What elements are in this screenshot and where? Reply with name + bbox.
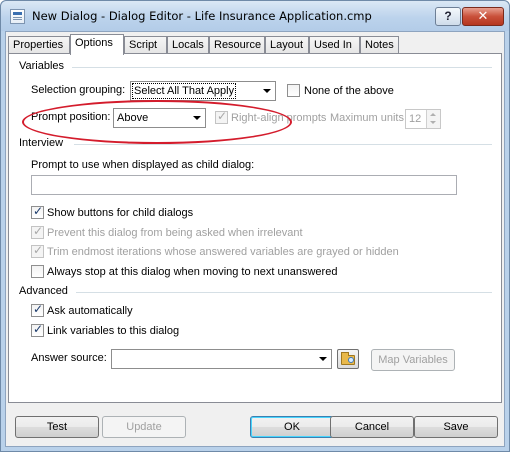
- maximum-units-label: Maximum units:: [330, 112, 408, 124]
- tab-used-in[interactable]: Used In: [309, 36, 360, 54]
- ok-button[interactable]: OK: [250, 416, 334, 438]
- cancel-button[interactable]: Cancel: [330, 416, 414, 438]
- none-of-above-label: None of the above: [304, 85, 394, 97]
- prevent-asked-checkbox[interactable]: [31, 224, 44, 239]
- prompt-position-select[interactable]: Above: [113, 108, 206, 128]
- show-buttons-checkbox[interactable]: [31, 204, 44, 219]
- always-stop-label: Always stop at this dialog when moving t…: [47, 266, 338, 278]
- help-button[interactable]: ?: [435, 7, 461, 26]
- advanced-section-label: Advanced: [19, 285, 68, 297]
- tab-script[interactable]: Script: [124, 36, 167, 54]
- selection-grouping-value: Select All That Apply: [131, 83, 237, 99]
- close-button[interactable]: ✕: [462, 7, 504, 26]
- trim-iterations-label: Trim endmost iterations whose answered v…: [47, 246, 399, 258]
- chevron-down-icon: [319, 357, 327, 361]
- dialog-window: New Dialog - Dialog Editor - Life Insura…: [0, 0, 510, 452]
- prevent-asked-label: Prevent this dialog from being asked whe…: [47, 227, 303, 239]
- options-panel: Variables Selection grouping: Select All…: [8, 53, 502, 403]
- advanced-divider: [76, 292, 492, 293]
- save-button[interactable]: Save: [414, 416, 498, 438]
- link-variables-checkbox[interactable]: [31, 322, 44, 337]
- tab-notes[interactable]: Notes: [360, 36, 399, 54]
- map-variables-button[interactable]: Map Variables: [371, 349, 455, 371]
- none-of-above-checkbox[interactable]: [287, 84, 300, 97]
- dialog-client-area: Properties Options Script Locals Resourc…: [5, 31, 505, 447]
- dialog-editor-icon: [10, 9, 25, 24]
- folder-open-icon: [341, 352, 355, 365]
- link-variables-label: Link variables to this dialog: [47, 325, 180, 337]
- title-bar[interactable]: New Dialog - Dialog Editor - Life Insura…: [1, 1, 509, 31]
- spinner-buttons[interactable]: [426, 110, 440, 128]
- spin-up-icon[interactable]: [430, 113, 436, 116]
- tab-properties[interactable]: Properties: [8, 36, 70, 54]
- maximum-units-spinner[interactable]: 12: [405, 109, 441, 129]
- selection-grouping-select[interactable]: Select All That Apply: [130, 81, 276, 101]
- browse-folder-button[interactable]: [337, 349, 359, 369]
- window-title: New Dialog - Dialog Editor - Life Insura…: [32, 9, 372, 23]
- tab-resource[interactable]: Resource: [209, 36, 265, 54]
- selection-grouping-label: Selection grouping:: [31, 84, 126, 96]
- always-stop-checkbox[interactable]: [31, 265, 44, 278]
- ask-automatically-label: Ask automatically: [47, 305, 133, 317]
- answer-source-label: Answer source:: [31, 352, 107, 364]
- tab-layout[interactable]: Layout: [265, 36, 309, 54]
- tab-options[interactable]: Options: [70, 34, 124, 55]
- maximum-units-value: 12: [409, 113, 422, 125]
- right-align-prompts-label: Right-align prompts: [231, 112, 327, 124]
- tab-locals[interactable]: Locals: [167, 36, 209, 54]
- trim-iterations-checkbox[interactable]: [31, 243, 44, 258]
- spin-down-icon[interactable]: [430, 121, 436, 124]
- variables-section-label: Variables: [19, 60, 65, 72]
- show-buttons-label: Show buttons for child dialogs: [47, 207, 194, 219]
- update-button[interactable]: Update: [102, 416, 186, 438]
- test-button[interactable]: Test: [15, 416, 99, 438]
- ask-automatically-checkbox[interactable]: [31, 302, 44, 317]
- prompt-position-label: Prompt position:: [31, 111, 111, 123]
- chevron-down-icon: [193, 116, 201, 120]
- chevron-down-icon: [263, 89, 271, 93]
- prompt-position-value: Above: [117, 112, 149, 124]
- interview-section-label: Interview: [19, 137, 64, 149]
- child-prompt-input[interactable]: [31, 175, 457, 195]
- answer-source-select[interactable]: [111, 349, 332, 369]
- right-align-prompts-checkbox[interactable]: [215, 109, 228, 124]
- child-prompt-label: Prompt to use when displayed as child di…: [31, 159, 255, 171]
- interview-divider: [74, 144, 492, 145]
- variables-divider: [72, 67, 492, 68]
